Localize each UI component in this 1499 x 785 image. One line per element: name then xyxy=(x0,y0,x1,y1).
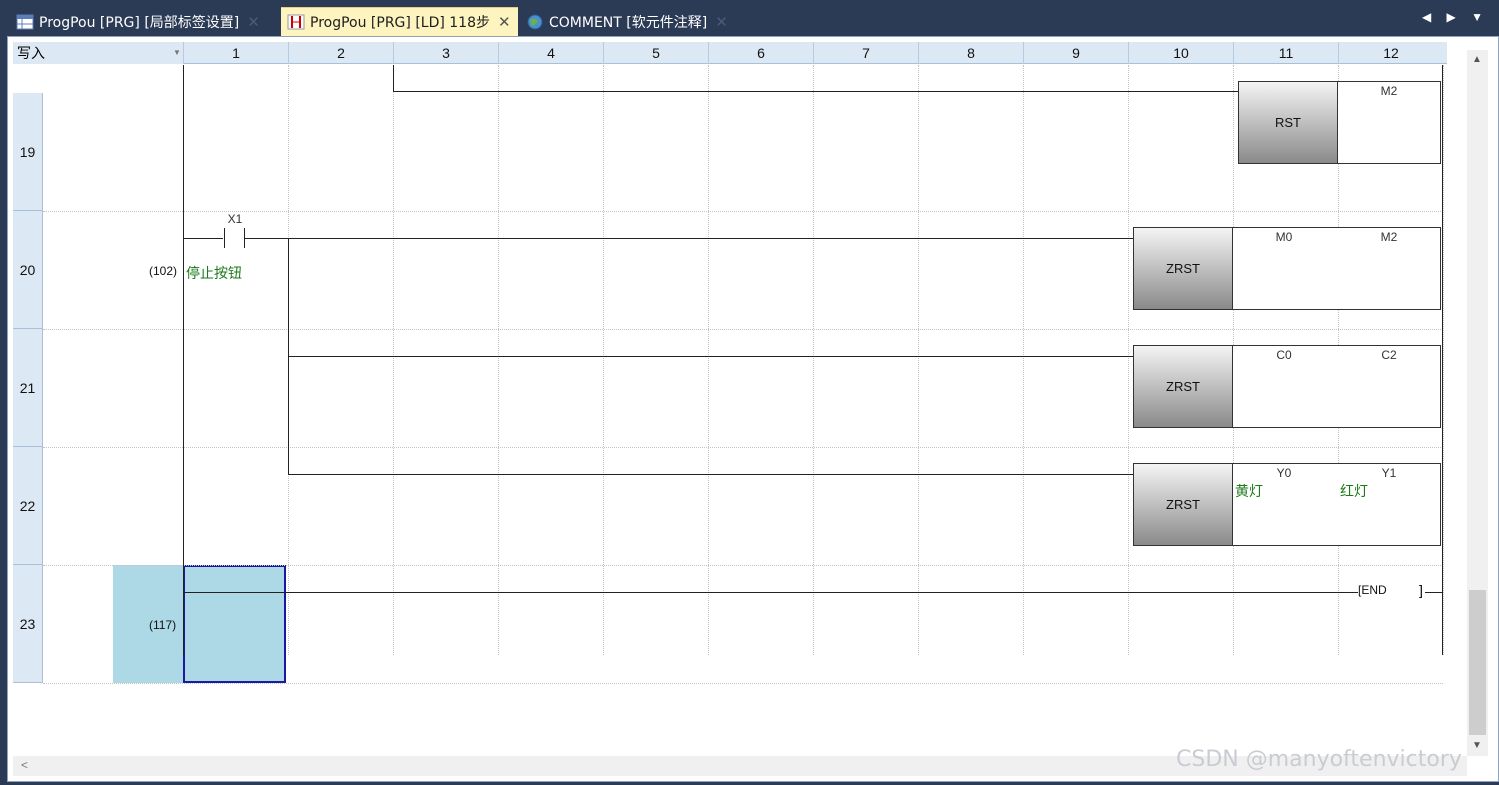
vertical-scrollbar[interactable]: ▲ ▼ xyxy=(1467,50,1488,756)
column-header-cell: 6 xyxy=(708,42,813,64)
wire xyxy=(393,91,1238,92)
grid-line xyxy=(498,65,499,655)
column-header-cell: 5 xyxy=(603,42,708,64)
grid-line xyxy=(393,65,394,655)
column-header-cell: 9 xyxy=(1023,42,1128,64)
grid-line xyxy=(43,565,1443,566)
column-header-cell: 2 xyxy=(288,42,393,64)
cursor-cell[interactable] xyxy=(183,565,286,683)
device-comment: 停止按钮 xyxy=(186,266,242,282)
operand: C0 xyxy=(1276,348,1292,362)
scroll-up-icon[interactable]: ▲ xyxy=(1472,54,1482,65)
grid-line xyxy=(918,65,919,655)
grid-line xyxy=(43,447,1443,448)
tab-local-labels[interactable]: ProgPou [PRG] [局部标签设置] ✕ xyxy=(10,7,260,36)
mode-selector[interactable]: 写入 ▼ xyxy=(13,42,183,64)
row-number: 20 xyxy=(13,211,43,329)
instruction-label: ZRST xyxy=(1134,228,1233,309)
globe-icon xyxy=(526,13,544,31)
tab-navigation[interactable]: ◀ ▶ ▼ xyxy=(1422,10,1489,24)
wire xyxy=(183,592,1358,593)
zrst-instruction[interactable]: ZRST M0 M2 xyxy=(1133,227,1441,310)
column-header-cell: 8 xyxy=(918,42,1023,64)
ladder-icon xyxy=(287,13,305,31)
column-header-cell: 12 xyxy=(1338,42,1443,64)
operand: M0 xyxy=(1275,230,1293,244)
row-number: 19 xyxy=(13,93,43,211)
step-number: (117) xyxy=(149,618,177,632)
column-header-cell: 3 xyxy=(393,42,498,64)
zrst-instruction[interactable]: ZRST C0 C2 xyxy=(1133,345,1441,428)
grid-line xyxy=(813,65,814,655)
tab-bar: ProgPou [PRG] [局部标签设置] ✕ ProgPou [PRG] [… xyxy=(0,0,1499,36)
row-number: 22 xyxy=(13,447,43,565)
end-instruction[interactable]: [END xyxy=(1358,583,1387,597)
instruction-label: ZRST xyxy=(1134,464,1233,545)
column-header-cell: 4 xyxy=(498,42,603,64)
operand: M2 xyxy=(1380,84,1398,98)
column-header-cell: 7 xyxy=(813,42,918,64)
tab-ladder[interactable]: ProgPou [PRG] [LD] 118步 ✕ xyxy=(281,7,518,36)
instruction-label: RST xyxy=(1239,82,1338,163)
wire xyxy=(1425,592,1442,593)
operand: C2 xyxy=(1381,348,1397,362)
close-icon[interactable]: ✕ xyxy=(247,13,260,31)
contact-left xyxy=(224,228,225,248)
dropdown-icon: ▼ xyxy=(173,48,181,57)
zrst-instruction[interactable]: ZRST Y0 Y1 xyxy=(1133,463,1441,546)
wire xyxy=(288,474,1133,475)
grid-line xyxy=(43,329,1443,330)
grid-line xyxy=(1443,65,1444,655)
operand: M2 xyxy=(1380,230,1398,244)
tab-comment[interactable]: COMMENT [软元件注释] ✕ xyxy=(520,7,728,36)
tab-label: ProgPou [PRG] [局部标签设置] xyxy=(39,14,240,31)
left-power-rail xyxy=(183,65,184,655)
grid-line xyxy=(1128,65,1129,655)
right-power-rail xyxy=(1442,65,1443,655)
scroll-down-icon[interactable]: ▼ xyxy=(1472,740,1482,751)
grid-line xyxy=(603,65,604,655)
column-header-cell: 10 xyxy=(1128,42,1233,64)
grid-line xyxy=(708,65,709,655)
scroll-thumb[interactable] xyxy=(1469,590,1486,735)
step-number: (102) xyxy=(149,264,178,278)
device-comment: 黄灯 xyxy=(1235,484,1263,500)
wire xyxy=(245,238,1133,239)
device-comment: 红灯 xyxy=(1340,484,1368,500)
close-icon[interactable]: ✕ xyxy=(498,13,511,31)
ladder-editor: 写入 ▼ 1 2 3 4 5 6 7 8 9 10 11 12 19 20 (102) 21 22 23 (117)… xyxy=(7,36,1499,782)
operand: Y1 xyxy=(1381,466,1397,480)
watermark: CSDN @manyoftenvictory xyxy=(1176,747,1462,772)
app-window: ProgPou [PRG] [局部标签设置] ✕ ProgPou [PRG] [… xyxy=(0,0,1499,785)
column-header-cell: 1 xyxy=(183,42,288,64)
table-icon xyxy=(16,13,34,31)
scroll-left-icon[interactable]: < xyxy=(21,758,28,772)
wire xyxy=(288,356,1133,357)
tab-label: ProgPou [PRG] [LD] 118步 xyxy=(310,15,490,31)
wire xyxy=(393,65,394,92)
contact-device: X1 xyxy=(227,212,243,226)
tab-label: COMMENT [软元件注释] xyxy=(549,14,708,31)
operand: Y0 xyxy=(1276,466,1292,480)
end-bracket: ] xyxy=(1419,582,1423,598)
rst-instruction[interactable]: RST M2 xyxy=(1238,81,1441,164)
column-header: 写入 ▼ 1 2 3 4 5 6 7 8 9 10 11 12 xyxy=(13,42,1447,64)
wire xyxy=(183,238,223,239)
row-number: 23 xyxy=(13,565,43,683)
instruction-label: ZRST xyxy=(1134,346,1233,427)
ladder-grid[interactable]: 19 20 (102) 21 22 23 (117) RST M2 X1 停止按钮 ZRST M0 M2 Z… xyxy=(13,65,1444,684)
grid-line xyxy=(43,683,1443,684)
close-icon[interactable]: ✕ xyxy=(715,13,728,31)
mode-label: 写入 xyxy=(17,45,45,61)
row-number: 21 xyxy=(13,329,43,447)
grid-line xyxy=(1023,65,1024,655)
column-header-cell: 11 xyxy=(1233,42,1338,64)
